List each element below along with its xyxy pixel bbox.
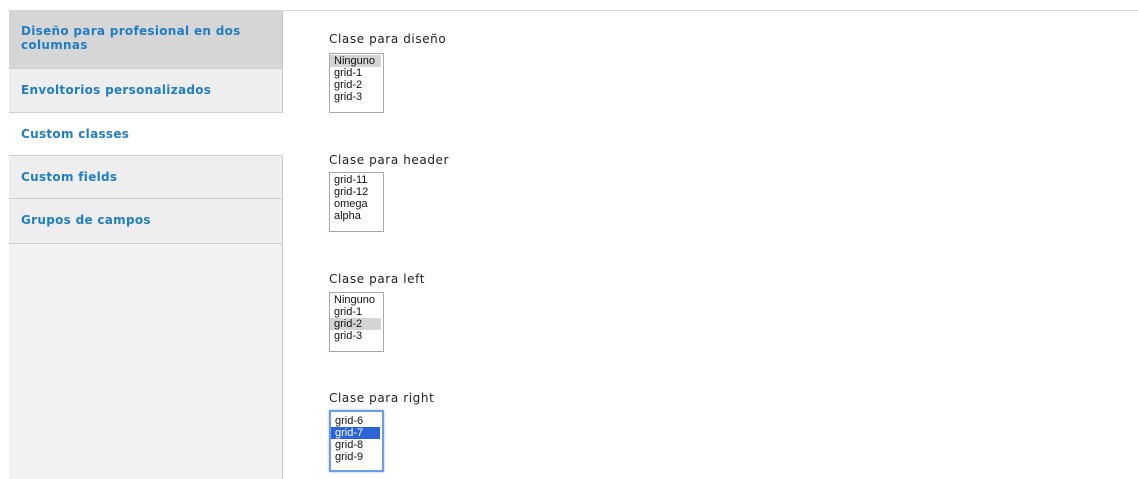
list-option[interactable]: grid-6 xyxy=(331,415,380,427)
tab-custom-classes[interactable]: Custom classes xyxy=(9,113,283,156)
tab-envoltorios-personalizados[interactable]: Envoltorios personalizados xyxy=(9,69,282,113)
list-option[interactable]: grid-3 xyxy=(330,91,381,103)
list-option[interactable]: grid-2 xyxy=(330,318,381,330)
list-option[interactable]: grid-11 xyxy=(330,174,381,186)
tab-diseno-dos-columnas[interactable]: Diseño para profesional en dos columnas xyxy=(9,10,282,69)
list-option[interactable]: grid-7 xyxy=(331,427,380,439)
label-clase-right: Clase para right xyxy=(329,391,435,405)
list-option[interactable]: grid-9 xyxy=(331,451,380,463)
list-option[interactable]: Ninguno xyxy=(330,55,381,67)
select-clase-header[interactable]: grid-11 grid-12 omega alpha xyxy=(329,172,384,232)
label-clase-diseno: Clase para diseño xyxy=(329,32,447,46)
list-option[interactable]: grid-8 xyxy=(331,439,380,451)
list-option[interactable]: omega xyxy=(330,198,381,210)
select-clase-diseno[interactable]: Ninguno grid-1 grid-2 grid-3 xyxy=(329,53,384,113)
label-clase-left: Clase para left xyxy=(329,272,426,286)
list-option[interactable]: alpha xyxy=(330,210,381,222)
select-clase-left[interactable]: Ninguno grid-1 grid-2 grid-3 xyxy=(329,292,384,352)
vertical-tabs: Diseño para profesional en dos columnas … xyxy=(9,10,283,479)
select-clase-right[interactable]: grid-6 grid-7 grid-8 grid-9 xyxy=(329,410,384,472)
list-option[interactable]: grid-1 xyxy=(330,306,381,318)
content-top-border xyxy=(282,10,1138,11)
list-option[interactable]: grid-3 xyxy=(330,330,381,342)
tab-custom-fields[interactable]: Custom fields xyxy=(9,156,282,199)
list-option[interactable]: grid-12 xyxy=(330,186,381,198)
list-option[interactable]: Ninguno xyxy=(330,294,381,306)
label-clase-header: Clase para header xyxy=(329,153,450,167)
list-option[interactable]: grid-2 xyxy=(330,79,381,91)
list-option[interactable]: grid-1 xyxy=(330,67,381,79)
tab-grupos-de-campos[interactable]: Grupos de campos xyxy=(9,199,282,244)
